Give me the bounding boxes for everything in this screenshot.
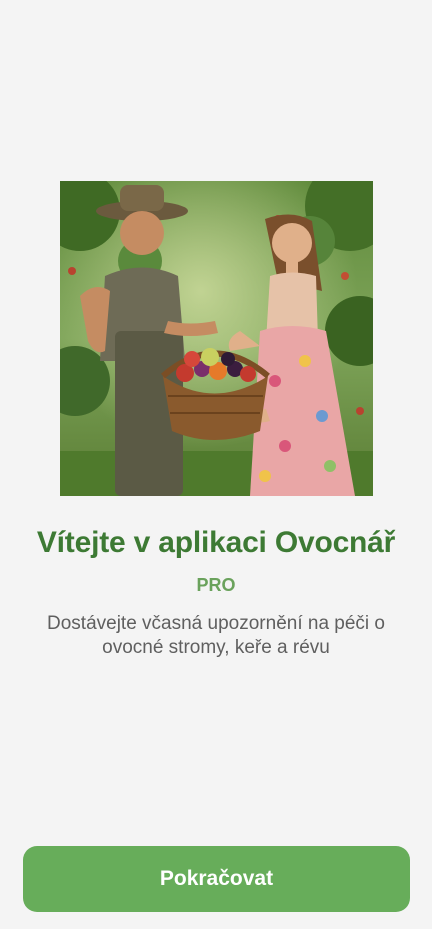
welcome-subtitle: Dostávejte včasná upozornění na péči o o… [47,613,385,658]
page-title: Vítejte v aplikaci Ovocnář [36,526,396,559]
hero-image [60,181,373,496]
pro-badge: PRO [196,575,236,595]
orchard-couple-illustration [60,181,373,496]
continue-button[interactable]: Pokračovat [23,846,410,912]
